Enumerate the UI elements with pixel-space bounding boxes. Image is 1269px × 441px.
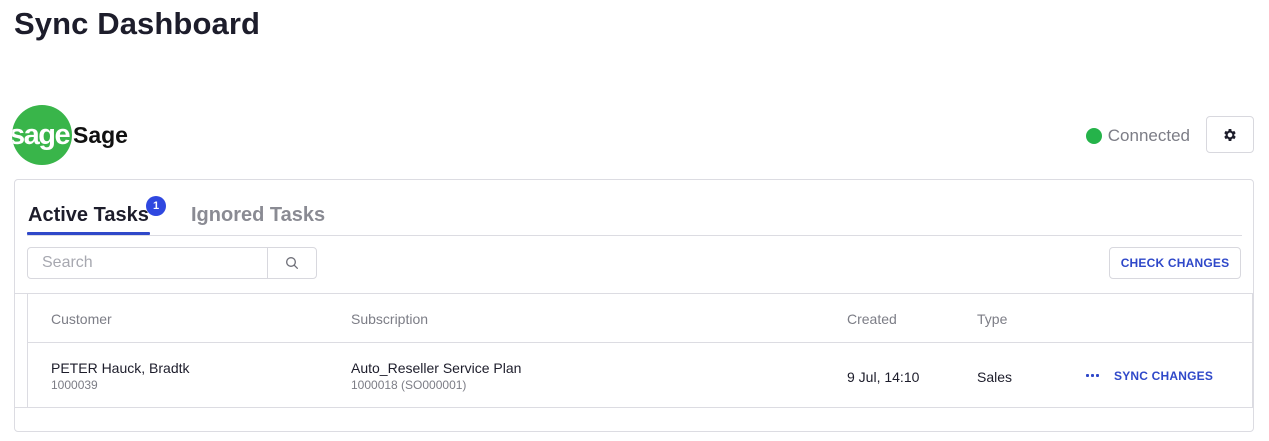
active-tasks-count-badge: 1 <box>146 196 166 216</box>
task-tabs: Active Tasks 1 Ignored Tasks <box>27 180 1242 236</box>
integration-header: sage Sage Connected <box>12 105 1256 165</box>
search-icon <box>286 257 299 269</box>
column-header-created: Created <box>847 311 897 327</box>
more-dots-icon[interactable] <box>1086 374 1099 377</box>
column-header-customer: Customer <box>51 311 112 327</box>
gear-icon <box>1224 128 1236 141</box>
connection-status: Connected <box>1085 126 1190 146</box>
subscription-name: Auto_Reseller Service Plan <box>351 360 522 376</box>
tab-active-tasks-label: Active Tasks <box>28 204 149 226</box>
column-header-subscription: Subscription <box>351 311 429 327</box>
customer-id: 1000039 <box>51 378 98 392</box>
integration-name: Sage <box>73 122 128 148</box>
tasks-table: Customer Subscription Created Type PETER… <box>15 293 1253 408</box>
status-dot-icon <box>1085 128 1102 144</box>
search-button[interactable] <box>267 248 316 278</box>
settings-button[interactable] <box>1206 116 1254 153</box>
tab-ignored-tasks-label: Ignored Tasks <box>191 204 326 226</box>
created-date: 9 Jul, 14:10 <box>847 369 920 385</box>
tasks-table-body: Customer Subscription Created Type PETER… <box>27 294 1252 407</box>
task-type: Sales <box>977 369 1013 385</box>
customer-name: PETER Hauck, Bradtk <box>51 360 190 376</box>
table-header: Customer Subscription Created Type <box>28 294 1252 343</box>
tab-ignored-tasks[interactable]: Ignored Tasks <box>191 204 325 227</box>
table-row: PETER Hauck, Bradtk 1000039 Auto_Reselle… <box>28 343 1252 407</box>
page-title: Sync Dashboard <box>14 6 261 41</box>
sage-logo-text: sage <box>12 119 71 151</box>
subscription-id: 1000018 (SO000001) <box>351 378 467 392</box>
search-input[interactable] <box>28 248 268 278</box>
column-header-type: Type <box>977 311 1008 327</box>
search-box <box>27 247 317 279</box>
sage-logo: sage <box>12 105 72 165</box>
status-text: Connected <box>1107 126 1190 145</box>
check-changes-button[interactable]: CHECK CHANGES <box>1109 247 1241 279</box>
sync-changes-button[interactable]: SYNC CHANGES <box>1114 369 1213 383</box>
active-tab-indicator <box>27 232 150 235</box>
tasks-panel: Active Tasks 1 Ignored Tasks CHECK CHANG… <box>14 179 1254 432</box>
tab-active-tasks[interactable]: Active Tasks <box>28 204 149 227</box>
